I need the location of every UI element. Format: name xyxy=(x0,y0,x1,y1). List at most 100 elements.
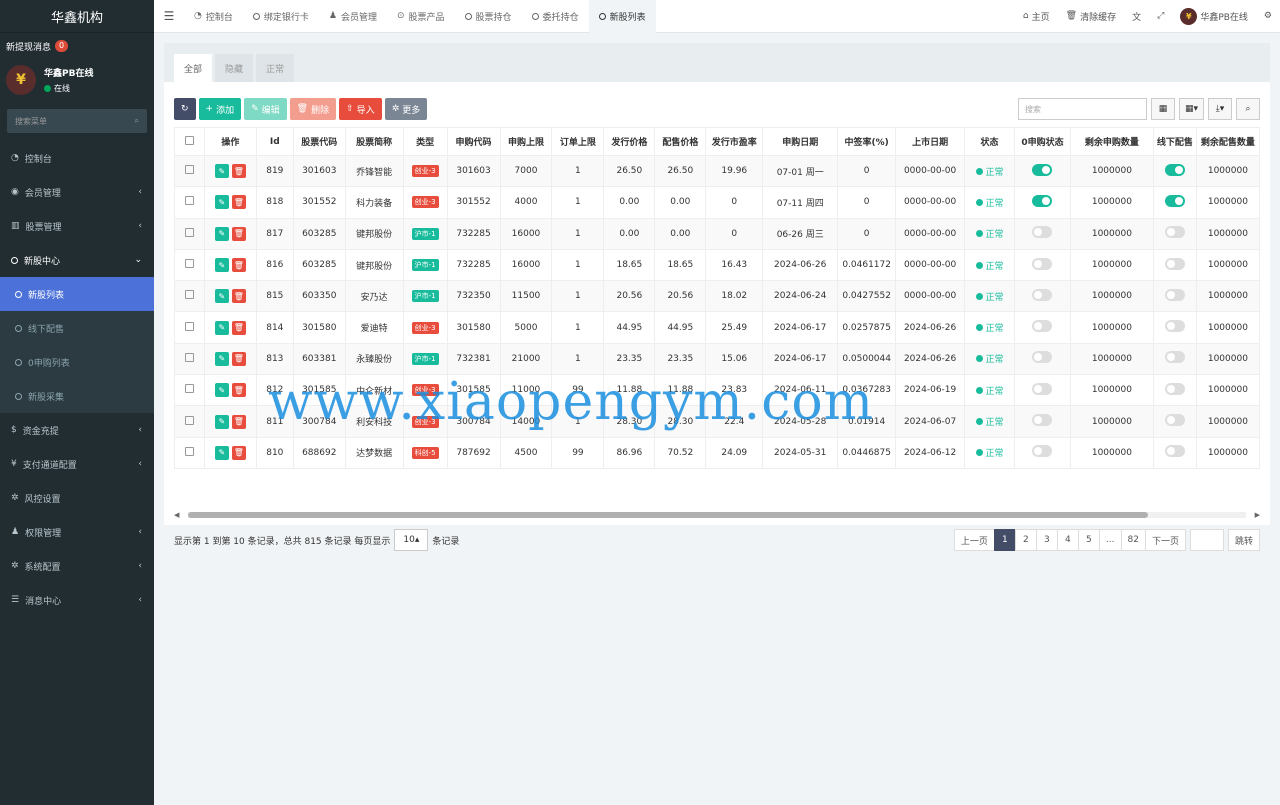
column-header[interactable]: 申购代码 xyxy=(446,127,501,156)
offline-placement-toggle[interactable] xyxy=(1164,288,1185,301)
column-header[interactable]: 中签率(%) xyxy=(837,127,897,156)
edit-row-icon[interactable]: ✎ xyxy=(214,320,229,335)
delete-row-icon[interactable]: 🗑 xyxy=(231,226,246,241)
sidebar-item-stocks[interactable]: ▥ 股票管理 ‹ xyxy=(0,209,154,243)
delete-row-icon[interactable]: 🗑 xyxy=(231,445,246,460)
table-row[interactable]: ✎ 🗑 814 301580 爱迪特 创业-3 301580 5000 1 44.95 44.95 2… xyxy=(174,311,1260,344)
edit-row-icon[interactable]: ✎ xyxy=(214,195,229,210)
row-checkbox[interactable] xyxy=(174,280,205,313)
withdraw-notice[interactable]: 新提现消息 0 xyxy=(0,33,154,59)
sidebar-item-system[interactable]: ✲ 系统配置 ‹ xyxy=(0,549,154,583)
offline-placement-toggle[interactable] xyxy=(1164,320,1185,333)
prev-page-button[interactable]: 上一页 xyxy=(953,529,995,551)
edit-row-icon[interactable]: ✎ xyxy=(214,258,229,273)
row-checkbox[interactable] xyxy=(174,248,205,282)
app-logo[interactable]: 华鑫机构 xyxy=(0,0,154,33)
tab-orders[interactable]: 委托持仓 xyxy=(522,0,589,33)
sidebar-item-offline-placement[interactable]: 线下配售 xyxy=(0,311,154,345)
page-button[interactable]: 1 xyxy=(993,529,1016,551)
tab-members[interactable]: ♟ 会员管理 xyxy=(319,0,387,33)
row-checkbox[interactable] xyxy=(174,436,205,469)
horizontal-scrollbar[interactable]: ◀ ▶ xyxy=(174,511,1260,519)
table-row[interactable]: ✎ 🗑 816 603285 键邦股份 沪市-1 732285 16000 1 18.65 18.6… xyxy=(174,248,1260,282)
edit-row-icon[interactable]: ✎ xyxy=(214,351,229,366)
cell-status[interactable]: 正常 xyxy=(964,154,1015,188)
sidebar-item-members[interactable]: ◉ 会员管理 ‹ xyxy=(0,175,154,209)
sidebar-item-risk[interactable]: ✲ 风控设置 xyxy=(0,481,154,515)
zero-subscribe-toggle[interactable] xyxy=(1032,163,1053,176)
column-header[interactable]: Id xyxy=(255,127,294,156)
column-header[interactable]: 剩余配售数量 xyxy=(1195,127,1260,156)
refresh-button[interactable]: ↻ xyxy=(174,98,196,120)
zero-subscribe-toggle[interactable] xyxy=(1032,445,1053,458)
delete-row-icon[interactable]: 🗑 xyxy=(231,351,246,366)
table-row[interactable]: ✎ 🗑 817 603285 键邦股份 沪市-1 732285 16000 1 0.00 0.00 0… xyxy=(174,217,1260,250)
edit-row-icon[interactable]: ✎ xyxy=(214,445,229,460)
cell-status[interactable]: 正常 xyxy=(964,186,1015,219)
row-checkbox[interactable] xyxy=(174,342,205,376)
tab-stock-products[interactable]: ⊙ 股票产品 xyxy=(387,0,455,33)
column-header[interactable]: 发行价格 xyxy=(603,127,656,156)
edit-row-icon[interactable]: ✎ xyxy=(214,414,229,429)
column-header[interactable]: 申购上限 xyxy=(499,127,553,156)
offline-placement-toggle[interactable] xyxy=(1164,351,1185,364)
row-checkbox[interactable] xyxy=(174,405,205,438)
table-row[interactable]: ✎ 🗑 813 603381 永臻股份 沪市-1 732381 21000 1 23.35 23.3… xyxy=(174,342,1260,376)
cell-status[interactable]: 正常 xyxy=(964,248,1015,282)
page-button[interactable]: 3 xyxy=(1035,529,1058,551)
edit-row-icon[interactable]: ✎ xyxy=(214,164,229,179)
column-header[interactable]: 股票简称 xyxy=(344,127,404,156)
tab-ipo-list[interactable]: 新股列表 xyxy=(588,0,656,33)
offline-placement-toggle[interactable] xyxy=(1164,257,1185,270)
delete-row-icon[interactable]: 🗑 xyxy=(231,164,246,179)
sidebar-item-ipo-collect[interactable]: 新股采集 xyxy=(0,379,154,413)
table-row[interactable]: ✎ 🗑 815 603350 安乃达 沪市-1 732350 11500 1 20.56 20.56… xyxy=(174,280,1260,313)
tab-bank-card[interactable]: 绑定银行卡 xyxy=(243,0,319,33)
sidebar-item-funds[interactable]: $ 资金充提 ‹ xyxy=(0,413,154,447)
page-button[interactable]: 82 xyxy=(1120,529,1146,551)
tab-normal[interactable]: 正常 xyxy=(256,54,295,82)
table-row[interactable]: ✎ 🗑 819 301603 乔锋智能 创业-3 301603 7000 1 26.50 26.50… xyxy=(174,154,1260,188)
zero-subscribe-toggle[interactable] xyxy=(1032,257,1053,270)
column-header[interactable]: 剩余申购数量 xyxy=(1069,127,1154,156)
delete-row-icon[interactable]: 🗑 xyxy=(231,258,246,273)
select-all-checkbox[interactable] xyxy=(174,127,205,156)
zero-subscribe-toggle[interactable] xyxy=(1032,414,1053,427)
cell-status[interactable]: 正常 xyxy=(964,436,1015,469)
zero-subscribe-toggle[interactable] xyxy=(1032,226,1053,239)
column-header[interactable]: 股票代码 xyxy=(292,127,346,156)
menu-search-input[interactable]: 搜索菜单 ⌕ xyxy=(7,109,147,133)
delete-row-icon[interactable]: 🗑 xyxy=(231,414,246,429)
tab-dashboard[interactable]: ◔ 控制台 xyxy=(184,0,243,33)
delete-row-icon[interactable]: 🗑 xyxy=(231,289,246,304)
scroll-right-icon[interactable]: ▶ xyxy=(1255,511,1260,519)
import-button[interactable]: ⇧ 导入 xyxy=(339,98,382,120)
export-button[interactable]: ⤓▾ xyxy=(1208,98,1232,120)
page-button[interactable]: 4 xyxy=(1056,529,1079,551)
delete-row-icon[interactable]: 🗑 xyxy=(231,195,246,210)
offline-placement-toggle[interactable] xyxy=(1164,163,1185,176)
cell-status[interactable]: 正常 xyxy=(964,405,1015,438)
scrollbar-thumb[interactable] xyxy=(188,512,1148,518)
user-menu[interactable]: ¥ 华鑫PB在线 xyxy=(1172,7,1256,25)
sidebar-item-permissions[interactable]: ♟ 权限管理 ‹ xyxy=(0,515,154,549)
offline-placement-toggle[interactable] xyxy=(1164,382,1185,395)
translate-icon[interactable]: 文 xyxy=(1124,10,1149,23)
column-header[interactable]: 状态 xyxy=(964,127,1015,156)
column-header[interactable]: 配售价格 xyxy=(654,127,707,156)
edit-row-icon[interactable]: ✎ xyxy=(214,383,229,398)
row-checkbox[interactable] xyxy=(174,154,205,188)
delete-row-icon[interactable]: 🗑 xyxy=(231,383,246,398)
sidebar-item-zero-subscribe[interactable]: 0申购列表 xyxy=(0,345,154,379)
tab-all[interactable]: 全部 xyxy=(174,54,213,82)
cell-status[interactable]: 正常 xyxy=(964,342,1015,376)
delete-button[interactable]: 🗑 删除 xyxy=(289,98,337,120)
column-header[interactable]: 线下配售 xyxy=(1152,127,1197,156)
row-checkbox[interactable] xyxy=(174,186,205,219)
zero-subscribe-toggle[interactable] xyxy=(1032,351,1053,364)
settings-icon[interactable]: ⚙ xyxy=(1256,11,1280,21)
row-checkbox[interactable] xyxy=(174,217,205,250)
zero-subscribe-toggle[interactable] xyxy=(1032,320,1053,333)
sidebar-item-payment[interactable]: ¥ 支付通道配置 ‹ xyxy=(0,447,154,481)
edit-row-icon[interactable]: ✎ xyxy=(214,289,229,304)
